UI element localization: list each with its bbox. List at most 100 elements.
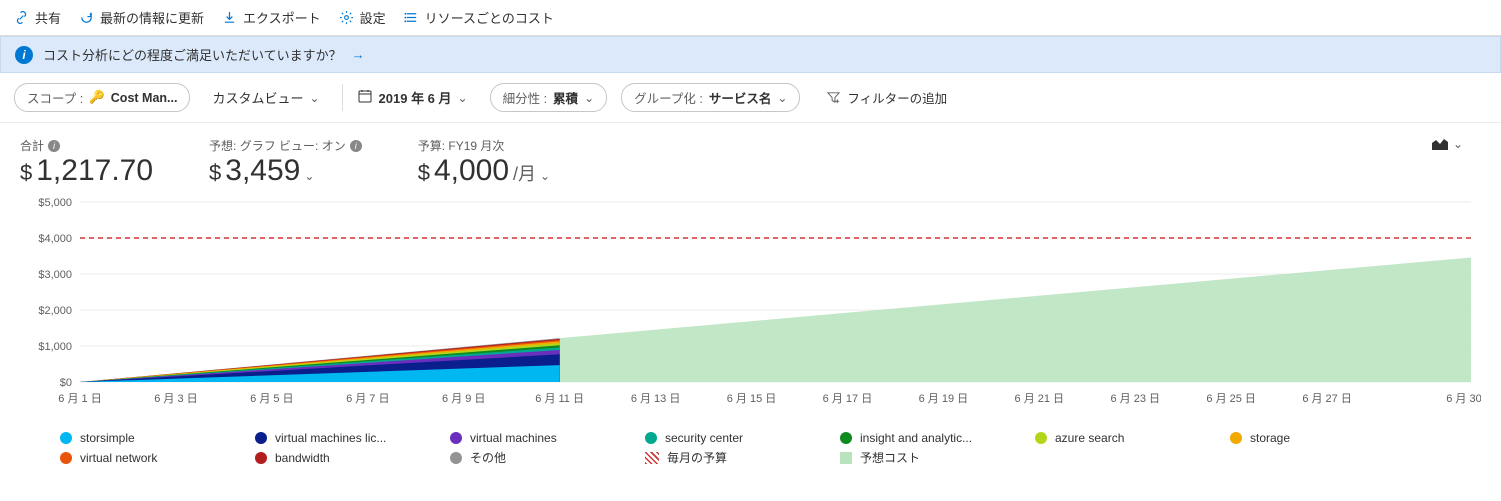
granularity-value: 累積 bbox=[553, 88, 578, 107]
legend-swatch bbox=[645, 432, 657, 444]
share-button[interactable]: 共有 bbox=[14, 8, 61, 27]
svg-text:6 月 15 日: 6 月 15 日 bbox=[727, 393, 777, 405]
calendar-icon bbox=[357, 88, 373, 107]
legend-label: azure search bbox=[1055, 431, 1124, 445]
svg-text:6 月 3 日: 6 月 3 日 bbox=[154, 393, 197, 405]
legend-item[interactable]: security center bbox=[645, 431, 840, 445]
svg-text:$2,000: $2,000 bbox=[38, 305, 72, 317]
forecast-label: 予想: グラフ ビュー: オン bbox=[209, 137, 346, 154]
chart-type-toggle[interactable]: ⌄ bbox=[1431, 137, 1463, 151]
settings-label: 設定 bbox=[360, 8, 386, 27]
legend-item[interactable]: 毎月の予算 bbox=[645, 449, 840, 466]
svg-text:6 月 27 日: 6 月 27 日 bbox=[1302, 393, 1352, 405]
forecast-value: 3,459 bbox=[225, 154, 300, 188]
legend-swatch bbox=[840, 452, 852, 464]
metrics-row: 合計 i $1,217.70 予想: グラフ ビュー: オン i $3,459⌄… bbox=[0, 123, 1501, 192]
metric-total: 合計 i $1,217.70 bbox=[20, 137, 153, 188]
svg-text:6 月 7 日: 6 月 7 日 bbox=[346, 393, 389, 405]
svg-text:6 月 25 日: 6 月 25 日 bbox=[1206, 393, 1256, 405]
share-label: 共有 bbox=[35, 8, 61, 27]
export-button[interactable]: エクスポート bbox=[222, 8, 321, 27]
chevron-down-icon: ⌄ bbox=[1453, 137, 1463, 151]
svg-text:$5,000: $5,000 bbox=[38, 197, 72, 209]
legend-label: virtual network bbox=[80, 451, 157, 465]
legend-swatch bbox=[60, 452, 72, 464]
view-label: カスタムビュー bbox=[212, 88, 303, 107]
chevron-down-icon: ⌄ bbox=[309, 91, 319, 105]
legend-label: storage bbox=[1250, 431, 1290, 445]
scope-pill[interactable]: スコープ : 🔑 Cost Man... bbox=[14, 83, 190, 112]
legend-item[interactable]: 予想コスト bbox=[840, 449, 1035, 466]
svg-text:6 月 1 日: 6 月 1 日 bbox=[58, 393, 101, 405]
svg-text:6 月 23 日: 6 月 23 日 bbox=[1110, 393, 1160, 405]
legend-item[interactable]: storsimple bbox=[60, 431, 255, 445]
granularity-pill[interactable]: 細分性 : 累積 ⌄ bbox=[490, 83, 608, 112]
svg-text:$0: $0 bbox=[60, 377, 72, 389]
legend-label: 予想コスト bbox=[860, 449, 920, 466]
cost-chart: $0$1,000$2,000$3,000$4,000$5,0006 月 1 日6… bbox=[20, 192, 1481, 412]
chevron-down-icon: ⌄ bbox=[458, 91, 468, 105]
legend-swatch bbox=[1230, 432, 1242, 444]
area-chart-icon bbox=[1431, 137, 1449, 151]
feedback-banner: i コスト分析にどの程度ご満足いただいていますか？ → bbox=[0, 36, 1501, 73]
add-filter-label: フィルターの追加 bbox=[847, 88, 947, 107]
chevron-down-icon: ⌄ bbox=[584, 91, 594, 105]
banner-text: コスト分析にどの程度ご満足いただいていますか？ bbox=[43, 45, 342, 64]
chevron-down-icon[interactable]: ⌄ bbox=[304, 169, 314, 183]
legend-label: 毎月の予算 bbox=[667, 449, 727, 466]
legend-swatch bbox=[450, 452, 462, 464]
legend-item[interactable]: insight and analytic... bbox=[840, 431, 1035, 445]
settings-button[interactable]: 設定 bbox=[339, 8, 386, 27]
legend-label: insight and analytic... bbox=[860, 431, 972, 445]
info-icon[interactable]: i bbox=[48, 140, 60, 152]
cost-by-resource-label: リソースごとのコスト bbox=[425, 8, 554, 27]
toolbar: 共有 最新の情報に更新 エクスポート 設定 リソースごとのコスト bbox=[0, 0, 1501, 36]
legend-item[interactable]: bandwidth bbox=[255, 449, 450, 466]
groupby-pill[interactable]: グループ化 : サービス名 ⌄ bbox=[621, 83, 800, 112]
metric-budget: 予算: FY19 月次 $4,000/月 ⌄ bbox=[418, 137, 550, 188]
banner-link[interactable]: → bbox=[352, 47, 365, 62]
cost-by-resource-button[interactable]: リソースごとのコスト bbox=[404, 8, 554, 27]
legend-swatch bbox=[1035, 432, 1047, 444]
svg-text:$3,000: $3,000 bbox=[38, 269, 72, 281]
info-icon[interactable]: i bbox=[350, 140, 362, 152]
refresh-button[interactable]: 最新の情報に更新 bbox=[79, 8, 204, 27]
add-filter-pill[interactable]: フィルターの追加 bbox=[814, 84, 959, 111]
scope-value: Cost Man... bbox=[111, 91, 178, 105]
legend-label: virtual machines bbox=[470, 431, 557, 445]
refresh-icon bbox=[79, 10, 94, 25]
svg-text:6 月 11 日: 6 月 11 日 bbox=[535, 393, 584, 405]
svg-text:6 月 17 日: 6 月 17 日 bbox=[823, 393, 873, 405]
legend-label: その他 bbox=[470, 449, 506, 466]
svg-text:6 月 30 日: 6 月 30 日 bbox=[1446, 393, 1481, 405]
svg-text:$1,000: $1,000 bbox=[38, 341, 72, 353]
legend-item[interactable]: その他 bbox=[450, 449, 645, 466]
svg-text:6 月 5 日: 6 月 5 日 bbox=[250, 393, 293, 405]
legend-item[interactable]: virtual machines bbox=[450, 431, 645, 445]
legend-swatch bbox=[255, 432, 267, 444]
legend-item[interactable]: azure search bbox=[1035, 431, 1230, 445]
svg-text:6 月 13 日: 6 月 13 日 bbox=[631, 393, 681, 405]
date-value: 2019 年 6 月 bbox=[379, 88, 452, 107]
chevron-down-icon[interactable]: ⌄ bbox=[540, 169, 550, 183]
info-icon: i bbox=[15, 46, 33, 64]
total-label: 合計 bbox=[20, 137, 44, 154]
chevron-down-icon: ⌄ bbox=[777, 91, 787, 105]
legend-item[interactable]: storage bbox=[1230, 431, 1425, 445]
groupby-label: グループ化 : bbox=[634, 88, 703, 107]
view-selector[interactable]: カスタムビュー ⌄ bbox=[204, 84, 327, 111]
budget-label: 予算: FY19 月次 bbox=[418, 137, 505, 154]
legend-item[interactable]: virtual network bbox=[60, 449, 255, 466]
chart-container: $0$1,000$2,000$3,000$4,000$5,0006 月 1 日6… bbox=[0, 192, 1501, 427]
download-icon bbox=[222, 10, 237, 25]
key-icon: 🔑 bbox=[89, 90, 105, 105]
groupby-value: サービス名 bbox=[709, 88, 772, 107]
legend-swatch bbox=[255, 452, 267, 464]
legend-item[interactable]: virtual machines lic... bbox=[255, 431, 450, 445]
legend: storsimple virtual machines lic... virtual… bbox=[0, 427, 1501, 476]
link-icon bbox=[14, 10, 29, 25]
legend-label: security center bbox=[665, 431, 743, 445]
date-selector[interactable]: 2019 年 6 月 ⌄ bbox=[342, 84, 476, 111]
svg-text:6 月 21 日: 6 月 21 日 bbox=[1015, 393, 1065, 405]
legend-label: storsimple bbox=[80, 431, 135, 445]
